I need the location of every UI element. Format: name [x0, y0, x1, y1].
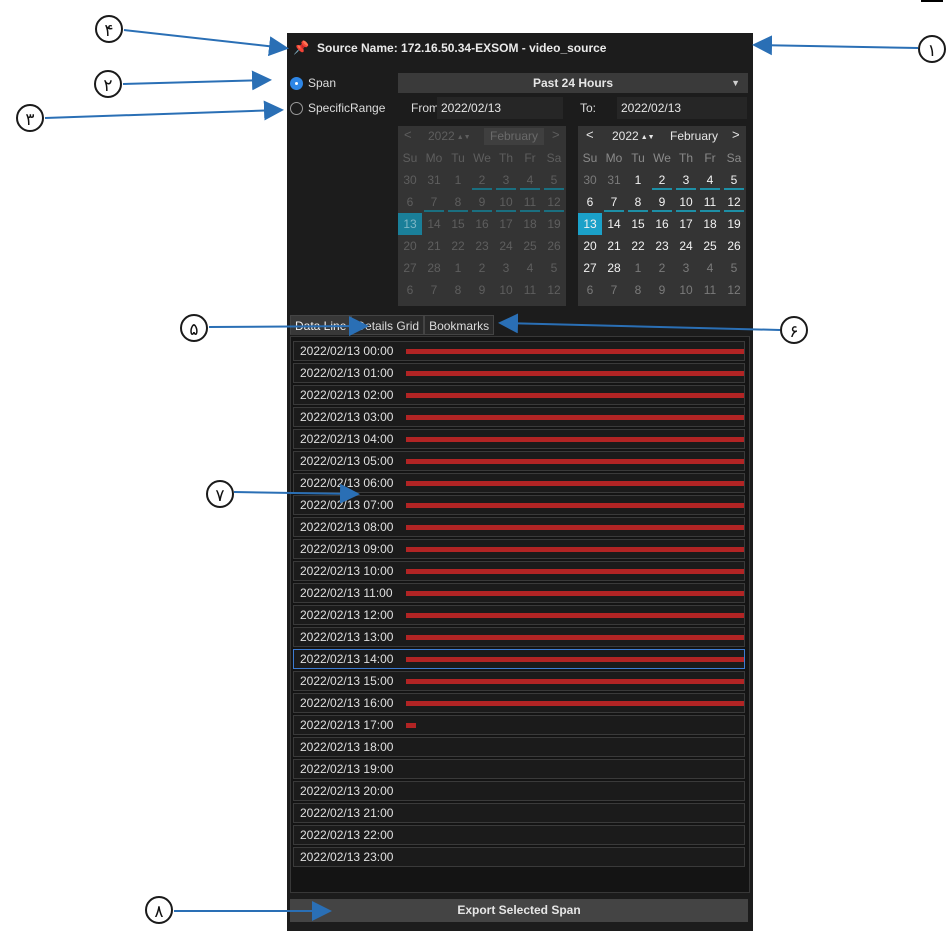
- callout-4: ۴: [95, 15, 123, 43]
- callout-5-arrow: [208, 316, 369, 337]
- callout-arrows: [44, 29, 919, 921]
- callout-7-arrow: [233, 483, 360, 504]
- callout-6: ۶: [780, 316, 808, 344]
- callout-6-arrow: [498, 313, 781, 334]
- callout-1: ١: [918, 35, 946, 63]
- callout-2-arrow: [122, 70, 272, 91]
- callout-1-arrow: [752, 35, 919, 56]
- callout-2: ٢: [94, 70, 122, 98]
- callout-3-arrow: [44, 100, 284, 121]
- callout-5: ۵: [180, 314, 208, 342]
- callout-3: ٣: [16, 104, 44, 132]
- callout-8: ٨: [145, 896, 173, 924]
- callout-7: ٧: [206, 480, 234, 508]
- callout-4-arrow: [123, 29, 289, 57]
